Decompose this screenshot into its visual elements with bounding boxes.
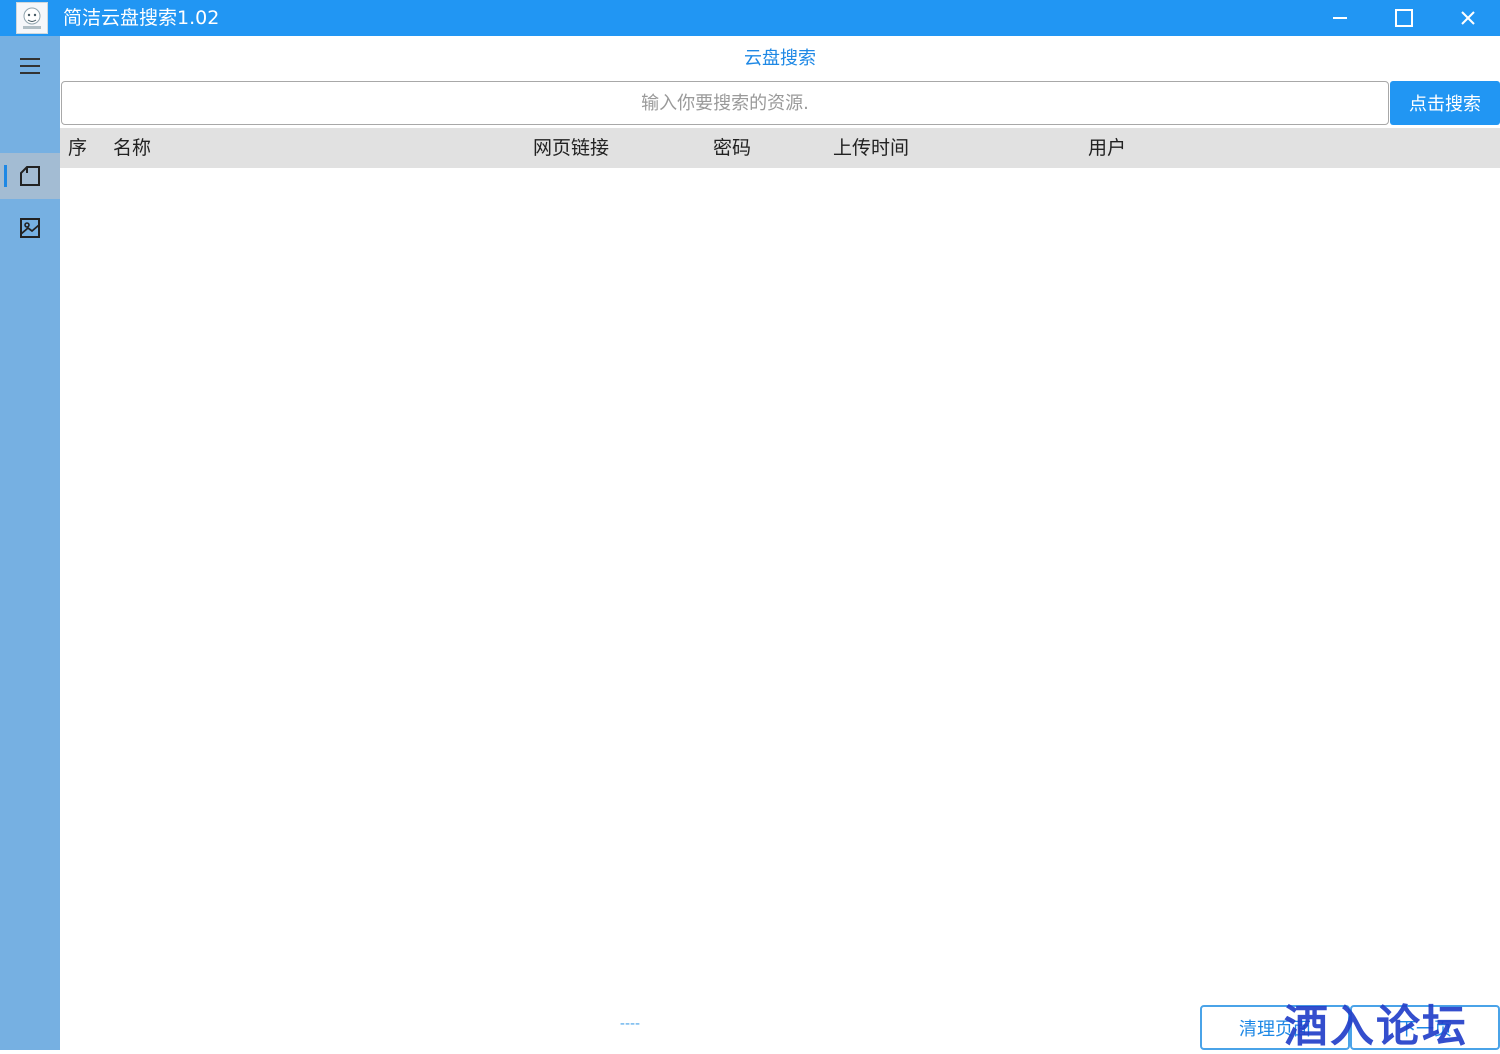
maximize-icon bbox=[1395, 9, 1413, 27]
column-header-index[interactable]: 序 bbox=[68, 136, 87, 160]
column-header-name[interactable]: 名称 bbox=[113, 136, 151, 160]
maximize-button[interactable] bbox=[1372, 0, 1436, 36]
search-button[interactable]: 点击搜索 bbox=[1390, 81, 1500, 125]
column-header-password[interactable]: 密码 bbox=[713, 136, 751, 160]
column-header-upload-time[interactable]: 上传时间 bbox=[833, 136, 909, 160]
sidebar bbox=[0, 36, 60, 1050]
title-bar: 简洁云盘搜索1.02 bbox=[0, 0, 1500, 36]
sidebar-item-images[interactable] bbox=[0, 205, 60, 251]
search-input[interactable] bbox=[61, 81, 1389, 125]
document-icon bbox=[20, 166, 40, 186]
table-header: 序 名称 网页链接 密码 上传时间 用户 bbox=[60, 128, 1500, 168]
page-title: 云盘搜索 bbox=[744, 48, 816, 69]
watermark: 酒入论坛 bbox=[1284, 1001, 1468, 1052]
minimize-icon bbox=[1333, 17, 1347, 19]
close-icon bbox=[1461, 11, 1475, 25]
active-indicator bbox=[4, 165, 7, 187]
page-indicator: ---- bbox=[619, 1016, 641, 1032]
menu-button[interactable] bbox=[0, 43, 60, 89]
app-logo-icon bbox=[16, 2, 48, 34]
column-header-link[interactable]: 网页链接 bbox=[533, 136, 609, 160]
hamburger-menu-icon bbox=[20, 58, 40, 74]
image-icon bbox=[20, 218, 40, 238]
window-title: 简洁云盘搜索1.02 bbox=[63, 7, 220, 29]
results-table-body[interactable] bbox=[60, 168, 1500, 998]
close-button[interactable] bbox=[1436, 0, 1500, 36]
minimize-button[interactable] bbox=[1308, 0, 1372, 36]
sidebar-item-search[interactable] bbox=[0, 153, 60, 199]
column-header-user[interactable]: 用户 bbox=[1088, 136, 1126, 160]
